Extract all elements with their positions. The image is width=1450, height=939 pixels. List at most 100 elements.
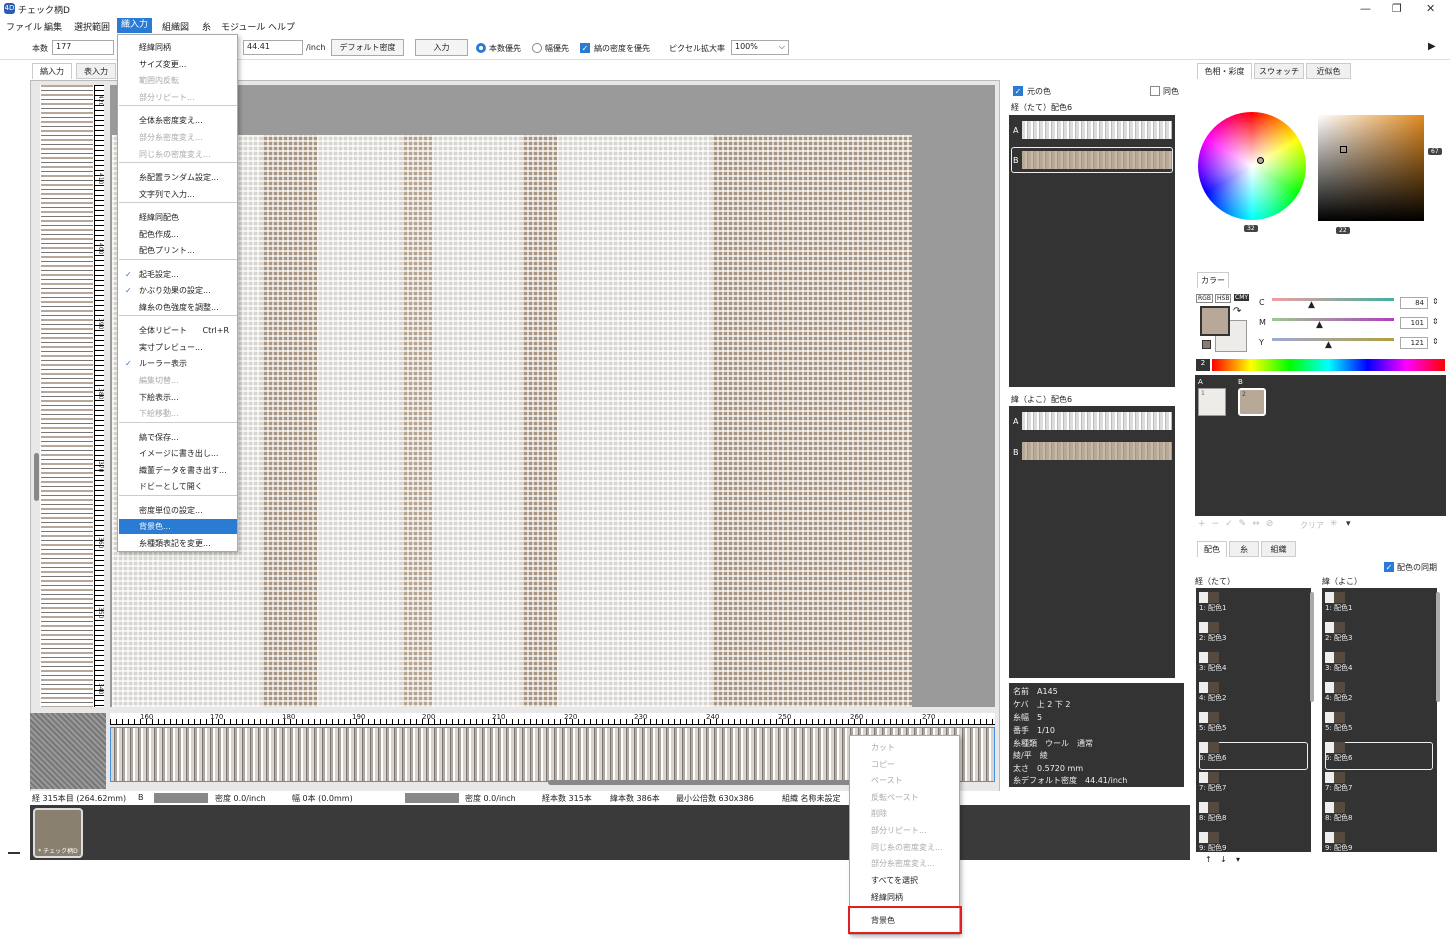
menu-item[interactable]: 経緯同配色 (119, 210, 237, 225)
c-slider-thumb[interactable]: ▲ (1308, 300, 1315, 310)
list-item[interactable]: 8: 配色8 (1325, 802, 1353, 823)
menu-item[interactable]: 織董データを書き出す... (119, 463, 237, 478)
default-colors-icon[interactable] (1202, 340, 1211, 349)
saturation-value-box[interactable] (1318, 115, 1424, 221)
move-down-icon[interactable]: ↓ (1220, 855, 1227, 864)
color-wheel[interactable] (1198, 112, 1306, 220)
warp-b-bar[interactable] (1022, 151, 1172, 169)
list-item[interactable]: 7: 配色7 (1325, 772, 1353, 793)
warp-a-bar[interactable] (1022, 121, 1172, 139)
menu-module[interactable]: モジュール (221, 20, 265, 33)
foreground-color-swatch[interactable] (1200, 306, 1230, 336)
list-item[interactable]: 9: 配色9 (1199, 832, 1227, 853)
tab-color[interactable]: カラー (1197, 272, 1229, 288)
swap-icon[interactable]: ↷ (1233, 306, 1241, 317)
list-item[interactable]: 2: 配色3 (1199, 622, 1227, 643)
warp-list-scrollbar[interactable] (1310, 592, 1314, 702)
wheel-marker[interactable] (1257, 157, 1264, 164)
menu-item[interactable]: サイズ変更... (119, 57, 237, 72)
stripe-density-checkbox[interactable]: ✓ (580, 43, 590, 53)
list-item[interactable]: 1: 配色1 (1199, 592, 1227, 613)
menu-item[interactable]: 密度単位の設定... (119, 503, 237, 518)
width-priority-radio[interactable] (532, 43, 542, 53)
menu-item[interactable]: 全体リピート Ctrl+R (119, 323, 237, 338)
menu-item[interactable]: 全体糸密度変え... (119, 113, 237, 128)
menu-item[interactable]: 配色プリント... (119, 243, 237, 258)
menu-edit[interactable]: 編集 (44, 20, 62, 33)
count-input[interactable]: 177 (52, 40, 114, 55)
input-button[interactable]: 入力 (415, 39, 468, 56)
menu-weave-input[interactable]: 織入力 (117, 18, 153, 33)
menu-item[interactable]: 配色作成... (119, 227, 237, 242)
context-menu-item[interactable]: すべてを選択 (851, 873, 959, 888)
tab-weave[interactable]: 組織 (1261, 541, 1296, 557)
list-menu-icon[interactable]: ▾ (1236, 855, 1240, 864)
default-density-button[interactable]: デフォルト密度 (331, 39, 404, 56)
c-slider[interactable] (1272, 298, 1394, 301)
list-item[interactable]: 6: 配色6 (1199, 742, 1227, 763)
check-icon[interactable]: ✓ (1225, 519, 1239, 529)
tab-table-input[interactable]: 表入力 (76, 63, 116, 79)
tab-arrangement[interactable]: 配色 (1197, 541, 1227, 557)
count-priority-radio[interactable] (476, 43, 486, 53)
list-item[interactable]: 8: 配色8 (1199, 802, 1227, 823)
menu-item[interactable]: 縞で保存... (119, 430, 237, 445)
m-slider-thumb[interactable]: ▲ (1316, 320, 1323, 330)
add-icon[interactable]: + (1198, 519, 1212, 529)
list-item[interactable]: 3: 配色4 (1325, 652, 1353, 673)
mode-rgb[interactable]: RGB (1196, 294, 1213, 303)
list-item[interactable]: 7: 配色7 (1199, 772, 1227, 793)
menu-item[interactable]: 経緯同柄 (119, 40, 237, 55)
tab-similar-color[interactable]: 近似色 (1306, 63, 1351, 79)
weft-strip[interactable] (41, 85, 93, 707)
list-item[interactable]: 9: 配色9 (1325, 832, 1353, 853)
play-icon[interactable]: ▶ (1428, 41, 1436, 52)
tab-yarn[interactable]: 糸 (1229, 541, 1259, 557)
menu-selection[interactable]: 選択範囲 (74, 20, 110, 33)
sync-checkbox[interactable]: ✓ (1384, 562, 1394, 572)
y-slider[interactable] (1272, 338, 1394, 341)
close-icon[interactable]: ✕ (1426, 2, 1435, 15)
m-stepper-icon[interactable]: ⇕ (1432, 317, 1439, 326)
list-item[interactable]: 5: 配色5 (1325, 712, 1353, 733)
menu-item[interactable]: ✓ 起毛設定... (119, 267, 237, 282)
clear-button[interactable]: クリア (1300, 520, 1324, 531)
menu-item[interactable]: ✓ ルーラー表示 (119, 356, 237, 371)
same-color-checkbox[interactable] (1150, 86, 1160, 96)
menu-item[interactable]: 文字列で入力... (119, 187, 237, 202)
swatch-2[interactable]: 2 (1238, 388, 1266, 416)
minus-icon[interactable] (8, 852, 20, 854)
list-item[interactable]: 4: 配色2 (1325, 682, 1353, 703)
mode-cmy[interactable]: CMY (1234, 294, 1250, 301)
list-item[interactable]: 6: 配色6 (1325, 742, 1353, 763)
menu-file[interactable]: ファイル (6, 20, 42, 33)
weft-a-bar[interactable] (1022, 412, 1172, 430)
weft-b-bar[interactable] (1022, 442, 1172, 460)
move-up-icon[interactable]: ↑ (1205, 855, 1212, 864)
pen-icon[interactable]: ✎ (1239, 519, 1253, 529)
list-item[interactable]: 3: 配色4 (1199, 652, 1227, 673)
y-slider-thumb[interactable]: ▲ (1325, 340, 1332, 350)
list-item[interactable]: 2: 配色3 (1325, 622, 1353, 643)
menu-item[interactable]: ✓ かぶり効果の設定... (119, 283, 237, 298)
tab-stripe-input[interactable]: 縞入力 (32, 63, 72, 79)
list-item[interactable]: 1: 配色1 (1325, 592, 1353, 613)
m-value[interactable]: 101 (1400, 317, 1428, 329)
menu-item[interactable]: 下絵表示... (119, 390, 237, 405)
menu-item[interactable]: 糸種類表記を変更... (119, 536, 237, 551)
tab-hue-saturation[interactable]: 色相・彩度 (1197, 63, 1252, 79)
y-value[interactable]: 121 (1400, 337, 1428, 349)
horizontal-scrollbar[interactable] (548, 780, 868, 785)
minimize-icon[interactable]: — (1360, 2, 1371, 15)
menu-item[interactable]: 背景色... (119, 519, 237, 534)
tab-swatch[interactable]: スウォッチ (1254, 63, 1304, 79)
menu-item[interactable]: 実寸プレビュー... (119, 340, 237, 355)
vertical-scrollbar[interactable] (34, 453, 39, 501)
zoom-select[interactable]: 100% ⌵ (731, 40, 789, 55)
menu-item[interactable]: イメージに書き出し... (119, 446, 237, 461)
c-stepper-icon[interactable]: ⇕ (1432, 297, 1439, 306)
menu-item[interactable]: 糸配置ランダム設定... (119, 170, 237, 185)
remove-icon[interactable]: − (1212, 519, 1226, 529)
maximize-icon[interactable]: ❐ (1392, 2, 1402, 15)
document-thumbnail[interactable]: * チェック柄D (33, 808, 83, 858)
